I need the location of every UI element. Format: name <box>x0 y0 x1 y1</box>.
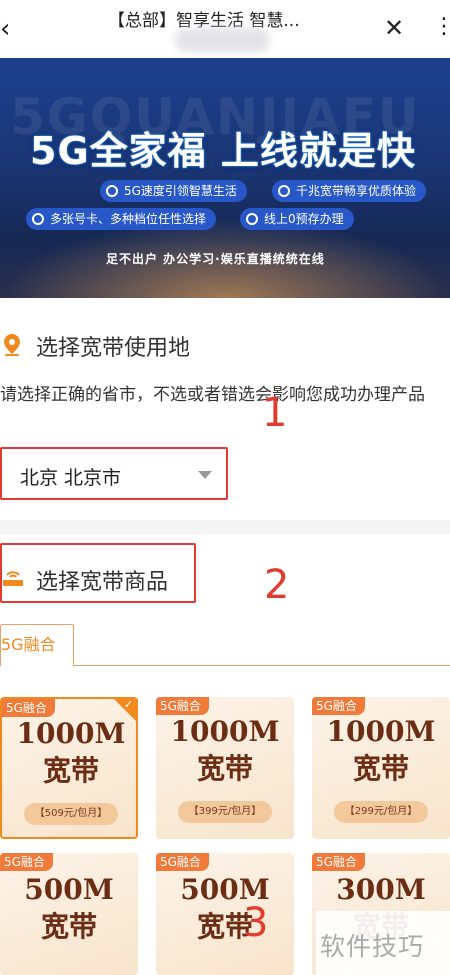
product-speed: 300M <box>336 873 426 906</box>
product-tag: 5G融合 <box>312 697 365 715</box>
product-price: 【399元/包月】 <box>178 801 272 823</box>
product-tag: 5G融合 <box>156 853 209 871</box>
location-notice: 请选择正确的省市，不选或者错选会影响您成功办理产品 <box>0 385 425 405</box>
banner-feature: 多张号卡、多种档位任性选择 <box>26 208 217 230</box>
product-kind: 宽带 <box>40 910 97 943</box>
product-speed: 500M <box>180 873 270 906</box>
product-card[interactable]: 5G融合 500M 宽带 <box>0 853 138 975</box>
more-icon[interactable]: ⋮ <box>433 14 450 39</box>
region-select-value: 北京 北京市 <box>20 467 122 489</box>
product-kind: 宽带 <box>352 752 409 785</box>
promo-banner[interactable]: 5GQUANJIAFU 5G全家福 上线就是快 5G速度引领智慧生活 千兆宽带畅… <box>0 58 450 298</box>
back-icon[interactable]: ‹ <box>0 14 20 44</box>
product-kind: 宽带 <box>196 752 253 785</box>
product-tag: 5G融合 <box>2 699 55 717</box>
router-icon <box>3 571 23 586</box>
circle-icon <box>246 213 258 225</box>
product-tag: 5G融合 <box>156 697 209 715</box>
section-divider <box>0 520 450 534</box>
product-speed: 1000M <box>16 717 126 750</box>
product-price: 【299元/包月】 <box>334 801 428 823</box>
product-speed: 1000M <box>170 715 280 748</box>
region-select[interactable]: 北京 北京市 <box>0 447 228 500</box>
watermark-text: 软件技巧 <box>320 932 425 961</box>
product-speed: 1000M <box>326 715 436 748</box>
product-card[interactable]: 5G融合 1000M 宽带 【399元/包月】 <box>156 697 294 839</box>
close-icon[interactable]: ✕ <box>384 14 404 42</box>
banner-feature: 千兆宽带畅享优质体验 <box>272 180 427 202</box>
tab-underline <box>74 665 450 666</box>
annotation-number: 3 <box>243 900 269 946</box>
banner-feature: 线上0预存办理 <box>240 208 354 230</box>
product-tag: 5G融合 <box>0 853 53 871</box>
product-speed: 500M <box>24 873 114 906</box>
products-section-title: 选择宽带商品 <box>36 570 169 595</box>
product-kind: 宽带 <box>196 910 253 943</box>
product-card[interactable]: 5G融合 ✓ 1000M 宽带 【509元/包月】 <box>0 697 138 839</box>
location-section-title: 选择宽带使用地 <box>36 336 191 361</box>
product-card[interactable]: 5G融合 500M 宽带 <box>156 853 294 975</box>
banner-headline: 5G全家福 上线就是快 <box>30 129 416 173</box>
circle-icon <box>106 185 118 197</box>
banner-feature: 5G速度引领智慧生活 <box>100 180 247 202</box>
chevron-down-icon <box>198 471 212 479</box>
circle-icon <box>32 213 44 225</box>
banner-slogan: 足不出户 办公学习·娱乐直播统统在线 <box>106 252 325 266</box>
product-price: 【509元/包月】 <box>24 803 118 825</box>
annotation-number: 2 <box>264 562 290 608</box>
watermark: 软件技巧 <box>316 911 450 975</box>
top-nav-bar: ‹ 【总部】智享生活 智慧... ✕ ⋮ <box>0 0 450 58</box>
product-card[interactable]: 5G融合 1000M 宽带 【299元/包月】 <box>312 697 450 839</box>
tab-5g-fusion[interactable]: 5G融合 <box>0 624 74 666</box>
location-pin-icon <box>4 334 20 356</box>
product-kind: 宽带 <box>42 754 99 787</box>
check-icon: ✓ <box>123 698 133 711</box>
blurred-url <box>175 28 270 52</box>
annotation-number: 1 <box>262 390 288 436</box>
product-tag: 5G融合 <box>312 853 365 871</box>
circle-icon <box>278 185 290 197</box>
